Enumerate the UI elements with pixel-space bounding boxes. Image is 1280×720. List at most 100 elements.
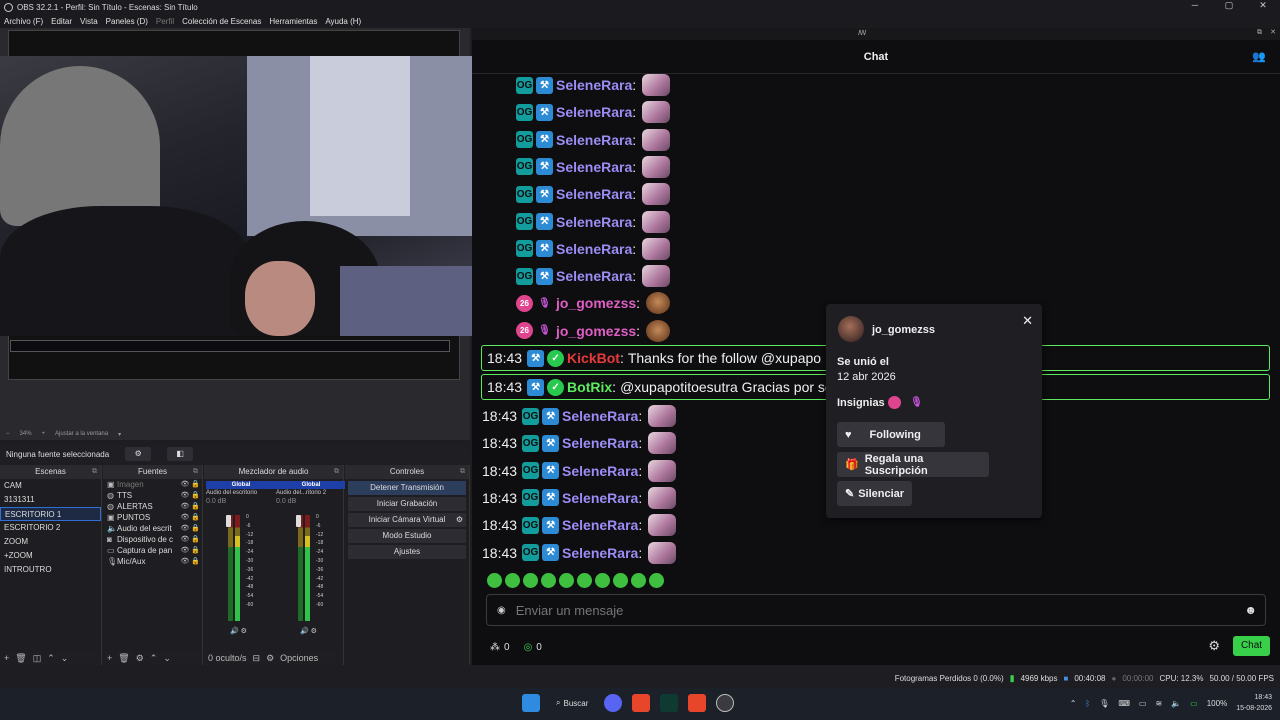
scene-item[interactable]: ESCRITORIO 2 bbox=[0, 521, 101, 535]
down-icon[interactable]: ⌄ bbox=[163, 653, 171, 664]
chat-message[interactable]: OG ⚒ SeleneRara: bbox=[516, 210, 671, 233]
chat-message[interactable]: 18:43 OG ⚒ SeleneRara: bbox=[482, 459, 677, 482]
layout-icon[interactable]: ⊟ bbox=[253, 653, 261, 664]
settings-button[interactable]: Ajustes bbox=[348, 545, 466, 559]
message-username[interactable]: SeleneRara bbox=[556, 241, 632, 257]
message-username[interactable]: SeleneRara bbox=[556, 186, 632, 202]
start-virtual-camera-button[interactable]: Iniciar Cámara Virtual ⚙ bbox=[348, 513, 466, 527]
stop-stream-button[interactable]: Detener Transmisión bbox=[348, 481, 466, 495]
emote-icon[interactable] bbox=[595, 573, 610, 588]
add-icon[interactable]: + bbox=[107, 653, 112, 663]
emote-icon[interactable] bbox=[613, 573, 628, 588]
gear-icon[interactable]: ⚙ bbox=[136, 653, 144, 664]
add-icon[interactable]: + bbox=[4, 653, 9, 663]
filters-icon[interactable]: ◧ bbox=[167, 447, 194, 461]
trash-icon[interactable]: 🗑 bbox=[15, 653, 26, 664]
emote-icon[interactable] bbox=[541, 573, 556, 588]
zoom-out-button[interactable]: − bbox=[6, 431, 10, 437]
visibility-lock-icon[interactable]: 👁 🔒 bbox=[180, 490, 202, 501]
minimize-button[interactable]: ─ bbox=[1178, 0, 1212, 11]
studio-mode-button[interactable]: Modo Estudio bbox=[348, 529, 466, 543]
emote-icon[interactable] bbox=[559, 573, 574, 588]
message-username[interactable]: SeleneRara bbox=[556, 77, 632, 93]
reply-icon[interactable]: ◉ bbox=[497, 605, 506, 616]
message-username[interactable]: SeleneRara bbox=[562, 490, 638, 506]
chat-message[interactable]: OG ⚒ SeleneRara: bbox=[516, 183, 671, 206]
volume-fader[interactable] bbox=[296, 515, 301, 527]
source-item[interactable]: ◍ ALERTAS 👁 🔒 bbox=[103, 501, 202, 512]
mute-button[interactable]: ✎ Silenciar bbox=[837, 481, 912, 506]
scene-item[interactable]: CAM bbox=[0, 479, 101, 493]
message-username[interactable]: SeleneRara bbox=[556, 214, 632, 230]
visibility-lock-icon[interactable]: 👁 🔒 bbox=[180, 479, 202, 490]
close-dock-icon[interactable]: ✕ bbox=[1270, 28, 1276, 36]
scene-item[interactable]: ZOOM bbox=[0, 535, 101, 549]
emote-icon[interactable] bbox=[505, 573, 520, 588]
message-username[interactable]: SeleneRara bbox=[562, 435, 638, 451]
menu-archivo[interactable]: Archivo (F) bbox=[4, 17, 43, 26]
message-username[interactable]: SeleneRara bbox=[562, 408, 638, 424]
message-username[interactable]: SeleneRara bbox=[556, 104, 632, 120]
scene-item[interactable]: +ZOOM bbox=[0, 549, 101, 563]
points-b[interactable]: ◎ 0 bbox=[524, 642, 542, 653]
users-icon[interactable]: 👥 bbox=[1252, 40, 1266, 74]
visibility-lock-icon[interactable]: 👁 🔒 bbox=[180, 512, 202, 523]
start-recording-button[interactable]: Iniciar Grabación bbox=[348, 497, 466, 511]
bluetooth-icon[interactable]: ᛒ bbox=[1085, 699, 1090, 708]
chat-input-box[interactable]: ◉ ☻ bbox=[486, 594, 1266, 626]
emoji-icon[interactable]: ☻ bbox=[1244, 603, 1257, 617]
emote-icon[interactable] bbox=[649, 573, 664, 588]
following-button[interactable]: ♥ Following bbox=[837, 422, 945, 447]
chevron-down-icon[interactable]: ▾ bbox=[118, 431, 121, 438]
chevron-up-icon[interactable]: ⌃ bbox=[1070, 699, 1077, 708]
chat-message[interactable]: OG ⚒ SeleneRara: bbox=[516, 74, 671, 96]
window-icon[interactable]: ▭ bbox=[1139, 699, 1147, 708]
terminal-icon[interactable] bbox=[660, 694, 679, 712]
popup-username[interactable]: jo_gomezss bbox=[872, 324, 935, 336]
visibility-lock-icon[interactable]: 👁 🔒 bbox=[180, 501, 202, 512]
chat-input[interactable] bbox=[515, 602, 1216, 618]
up-icon[interactable]: ⌃ bbox=[47, 653, 55, 664]
chat-message[interactable]: 18:43 OG ⚒ SeleneRara: bbox=[482, 405, 677, 427]
windows-start-icon[interactable] bbox=[522, 694, 540, 712]
message-username[interactable]: jo_gomezss bbox=[556, 323, 636, 339]
chat-message[interactable]: 18:43 OG ⚒ SeleneRara: bbox=[482, 541, 677, 564]
down-icon[interactable]: ⌄ bbox=[61, 653, 69, 664]
gear-icon[interactable]: ⚙ bbox=[266, 653, 274, 664]
emote-icon[interactable] bbox=[631, 573, 646, 588]
speaker-icon[interactable]: 🔊 ⚙ bbox=[300, 627, 317, 635]
menu-coleccion[interactable]: Colección de Escenas bbox=[182, 17, 261, 26]
source-item[interactable]: ▭ Captura de pan 👁 🔒 bbox=[103, 545, 202, 556]
menu-perfil[interactable]: Perfil bbox=[156, 17, 174, 26]
filter-icon[interactable]: ◫ bbox=[33, 653, 42, 664]
message-username[interactable]: jo_gomezss bbox=[556, 295, 636, 311]
scene-item-selected[interactable]: ESCRITORIO 1 bbox=[0, 507, 101, 521]
restore-icon[interactable]: ⧉ bbox=[1257, 29, 1262, 37]
fit-window-label[interactable]: Ajustar a la ventana bbox=[55, 431, 108, 437]
gear-icon[interactable]: ⚙ bbox=[1208, 638, 1220, 654]
volume-fader[interactable] bbox=[226, 515, 231, 527]
dock-menu-icon[interactable]: ⧉ bbox=[460, 465, 465, 479]
up-icon[interactable]: ⌃ bbox=[150, 653, 158, 664]
popout-icon[interactable]: ꟿ bbox=[858, 29, 866, 37]
source-item[interactable]: 🎙 Mic/Aux 👁 🔒 bbox=[103, 556, 202, 567]
dock-menu-icon[interactable]: ⧉ bbox=[92, 465, 97, 479]
visibility-lock-icon[interactable]: 👁 🔒 bbox=[180, 523, 202, 534]
emote-icon[interactable] bbox=[487, 573, 502, 588]
chat-message[interactable]: 26 🎙 jo_gomezss: bbox=[516, 292, 671, 315]
taskbar-search[interactable]: ⌕ Buscar bbox=[550, 694, 594, 712]
chat-message[interactable]: OG ⚒ SeleneRara: bbox=[516, 237, 671, 260]
dock-menu-icon[interactable]: ⧉ bbox=[193, 465, 198, 479]
menu-editar[interactable]: Editar bbox=[51, 17, 72, 26]
chat-message[interactable]: 18:43 OG ⚒ SeleneRara: bbox=[482, 432, 677, 455]
scene-item[interactable]: INTROUTRO bbox=[0, 563, 101, 577]
message-username[interactable]: KickBot bbox=[567, 350, 620, 366]
dock-menu-icon[interactable]: ⧉ bbox=[334, 465, 339, 479]
source-item[interactable]: ◙ Dispositivo de c 👁 🔒 bbox=[103, 534, 202, 545]
chat-message[interactable]: OG ⚒ SeleneRara: bbox=[516, 155, 671, 178]
brave-beta-icon[interactable] bbox=[688, 694, 707, 712]
send-chat-button[interactable]: Chat bbox=[1233, 636, 1270, 656]
keyboard-icon[interactable]: ⌨ bbox=[1118, 699, 1130, 708]
chat-message[interactable]: OG ⚒ SeleneRara: bbox=[516, 101, 671, 124]
scene-item[interactable]: 3131311 bbox=[0, 493, 101, 507]
